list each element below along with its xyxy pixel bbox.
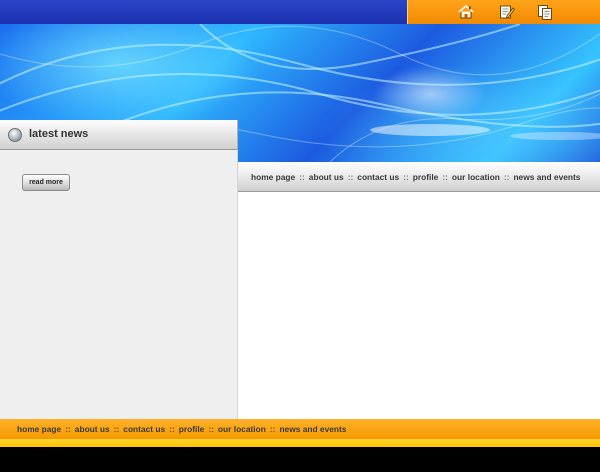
nav-separator: :: — [113, 424, 120, 434]
footer-nav-links: home page:: about us:: contact us:: profile… — [17, 424, 346, 434]
latest-news-title: latest news — [29, 128, 89, 140]
bullet-circle-icon — [8, 128, 22, 142]
nav-separator: :: — [503, 172, 510, 182]
footer-nav-contact-us[interactable]: contact us — [123, 424, 165, 434]
footer-nav-news-and-events[interactable]: news and events — [279, 424, 346, 434]
nav-separator: :: — [65, 424, 71, 434]
main-nav-contact-us[interactable]: contact us — [357, 172, 399, 182]
footer-nav-bar: home page:: about us:: contact us:: profile… — [0, 419, 600, 439]
main-nav-bar: home page:: about us:: contact us:: profile… — [238, 162, 600, 192]
main-nav-profile[interactable]: profile — [413, 172, 439, 182]
nav-separator: :: — [269, 424, 276, 434]
footer-nav-about-us[interactable]: about us — [75, 424, 110, 434]
footer-nav-home-page[interactable]: home page — [17, 424, 61, 434]
main-nav-home-page[interactable]: home page — [251, 172, 295, 182]
copy-icon[interactable] — [536, 3, 554, 21]
latest-news-panel: read more — [0, 150, 238, 419]
top-bar — [0, 0, 600, 24]
edit-icon[interactable] — [498, 3, 516, 21]
nav-separator: :: — [442, 172, 448, 182]
footer-yellow-strip — [0, 439, 600, 447]
main-nav-news-and-events[interactable]: news and events — [513, 172, 580, 182]
latest-news-header: latest news — [0, 120, 238, 150]
nav-separator: :: — [347, 172, 354, 182]
main-nav-links: home page:: about us:: contact us:: profile… — [251, 172, 580, 182]
footer-black-band — [0, 447, 600, 472]
footer-nav-our-location[interactable]: our location — [218, 424, 266, 434]
nav-separator: :: — [403, 172, 409, 182]
nav-separator: :: — [208, 424, 214, 434]
main-nav-our-location[interactable]: our location — [452, 172, 500, 182]
main-nav-about-us[interactable]: about us — [309, 172, 344, 182]
nav-separator: :: — [169, 424, 175, 434]
top-bar-blue — [0, 0, 407, 24]
read-more-button[interactable]: read more — [22, 174, 70, 191]
nav-separator: :: — [299, 172, 305, 182]
main-content: home page:: about us:: contact us:: profile… — [238, 162, 600, 419]
footer-nav-profile[interactable]: profile — [179, 424, 205, 434]
home-icon[interactable] — [457, 3, 475, 21]
